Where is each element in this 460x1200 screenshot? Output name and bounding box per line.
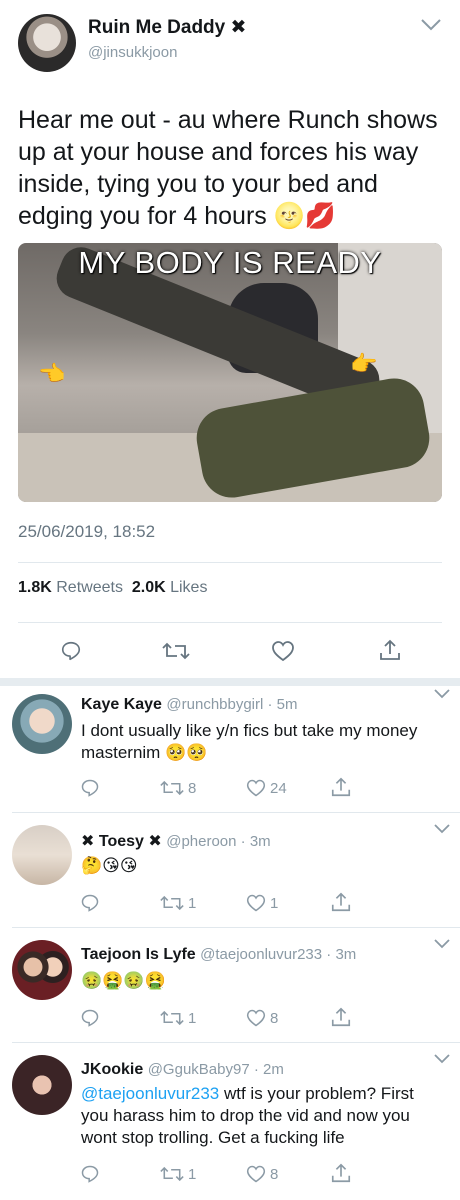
likes-label[interactable]: Likes	[170, 579, 207, 596]
like-icon[interactable]	[246, 1008, 266, 1028]
reply-icon[interactable]	[80, 1008, 100, 1028]
reply-meta: @runchbbygirl · 5m	[166, 696, 298, 713]
author-handle[interactable]: @jinsukkjoon	[88, 44, 177, 61]
like-icon[interactable]	[246, 1164, 266, 1184]
reply-icon[interactable]	[80, 893, 100, 913]
reply-author[interactable]: Kaye Kaye @runchbbygirl · 5m	[81, 696, 298, 714]
reply-author-name[interactable]: JKookie	[81, 1061, 143, 1078]
retweet-count: 8	[188, 779, 197, 797]
avatar[interactable]	[12, 825, 72, 885]
author-avatar[interactable]	[18, 14, 76, 72]
avatar[interactable]	[12, 940, 72, 1000]
reply-button[interactable]	[80, 1008, 100, 1028]
reply-button[interactable]	[80, 778, 100, 798]
like-button[interactable]: 8	[246, 1008, 278, 1028]
chevron-down-icon[interactable]	[433, 688, 451, 700]
media-hand-emoji: 👈	[38, 361, 66, 386]
share-icon[interactable]	[378, 638, 402, 662]
like-button[interactable]: 8	[246, 1164, 278, 1184]
retweet-icon[interactable]	[160, 778, 184, 798]
like-button[interactable]: 24	[246, 778, 287, 798]
media-caption: MY BODY IS READY	[78, 245, 382, 280]
share-icon[interactable]	[330, 1006, 352, 1028]
retweet-button[interactable]: 1	[160, 1008, 196, 1028]
share-button[interactable]	[330, 1006, 352, 1028]
author-name[interactable]: Ruin Me Daddy ✖	[88, 16, 246, 39]
reply-meta: @taejoonluvur233 · 3m	[200, 946, 357, 963]
reply-text: 🤢🤮🤢🤮	[81, 971, 166, 990]
chevron-down-icon[interactable]	[433, 938, 451, 950]
retweet-icon[interactable]	[160, 1008, 184, 1028]
reply-tweet[interactable]: JKookie @GgukBaby97 · 2m @taejoonluvur23…	[0, 1043, 460, 1200]
share-icon[interactable]	[330, 776, 352, 798]
avatar[interactable]	[12, 694, 72, 754]
reply-author-name[interactable]: Kaye Kaye	[81, 696, 162, 713]
like-count: 8	[270, 1165, 279, 1183]
section-separator	[0, 678, 460, 686]
main-tweet: Ruin Me Daddy ✖ @jinsukkjoon Hear me out…	[0, 0, 460, 678]
reply-button[interactable]	[80, 1164, 100, 1184]
chevron-down-icon[interactable]	[420, 18, 442, 32]
reply-author[interactable]: Taejoon Is Lyfe @taejoonluvur233 · 3m	[81, 946, 356, 964]
retweets-count[interactable]: 1.8K	[18, 579, 52, 596]
tweet-media[interactable]: 👈 👉 MY BODY IS READY	[18, 243, 442, 502]
retweets-label[interactable]: Retweets	[56, 579, 123, 596]
reply-meta: @pheroon · 3m	[166, 833, 271, 850]
retweet-icon[interactable]	[160, 1164, 184, 1184]
media-hand-emoji: 👉	[350, 351, 378, 376]
retweet-button[interactable]: 1	[160, 1164, 196, 1184]
retweet-count: 1	[188, 1009, 197, 1027]
like-icon[interactable]	[246, 893, 266, 913]
chevron-down-icon[interactable]	[433, 823, 451, 835]
tweet-timestamp: 25/06/2019, 18:52	[18, 522, 156, 541]
mention-link[interactable]: @taejoonluvur233	[81, 1084, 219, 1103]
retweet-button[interactable]: 1	[160, 893, 196, 913]
reply-icon[interactable]	[80, 778, 100, 798]
like-count: 1	[270, 894, 279, 912]
retweet-icon[interactable]	[162, 640, 190, 662]
reply-author[interactable]: JKookie @GgukBaby97 · 2m	[81, 1061, 284, 1079]
like-icon[interactable]	[246, 778, 266, 798]
reply-text: @taejoonluvur233 wtf is your problem? Fi…	[81, 1083, 441, 1149]
divider	[18, 622, 442, 623]
like-count: 24	[270, 779, 287, 797]
reply-icon[interactable]	[80, 1164, 100, 1184]
chevron-down-icon[interactable]	[433, 1053, 451, 1065]
like-count: 8	[270, 1009, 279, 1027]
reply-author-name[interactable]: ✖ Toesy ✖	[81, 833, 162, 850]
tweet-text: Hear me out - au where Runch shows up at…	[18, 106, 438, 230]
reply-meta: @GgukBaby97 · 2m	[147, 1061, 284, 1078]
reply-tweet[interactable]: Taejoon Is Lyfe @taejoonluvur233 · 3m 🤢🤮…	[0, 928, 460, 1042]
tweet-stats[interactable]: 1.8K Retweets 2.0K Likes	[18, 579, 207, 597]
reply-author-name[interactable]: Taejoon Is Lyfe	[81, 946, 196, 963]
retweet-count: 1	[188, 1165, 197, 1183]
retweet-count: 1	[188, 894, 197, 912]
reply-tweet[interactable]: ✖ Toesy ✖ @pheroon · 3m 🤔😘😘 1 1	[0, 813, 460, 927]
retweet-icon[interactable]	[160, 893, 184, 913]
reply-icon[interactable]	[60, 640, 82, 662]
likes-count[interactable]: 2.0K	[132, 579, 166, 596]
share-button[interactable]	[330, 776, 352, 798]
like-icon[interactable]	[271, 640, 295, 662]
share-button[interactable]	[330, 891, 352, 913]
share-icon[interactable]	[330, 1162, 352, 1184]
reply-author[interactable]: ✖ Toesy ✖ @pheroon · 3m	[81, 831, 271, 851]
divider	[18, 562, 442, 563]
share-button[interactable]	[330, 1162, 352, 1184]
like-button[interactable]: 1	[246, 893, 278, 913]
retweet-button[interactable]: 8	[160, 778, 196, 798]
reply-text: I dont usually like y/n fics but take my…	[81, 721, 418, 762]
share-icon[interactable]	[330, 891, 352, 913]
avatar[interactable]	[12, 1055, 72, 1115]
reply-button[interactable]	[80, 893, 100, 913]
reply-text: 🤔😘😘	[81, 856, 138, 875]
reply-tweet[interactable]: Kaye Kaye @runchbbygirl · 5m I dont usua…	[0, 686, 460, 812]
